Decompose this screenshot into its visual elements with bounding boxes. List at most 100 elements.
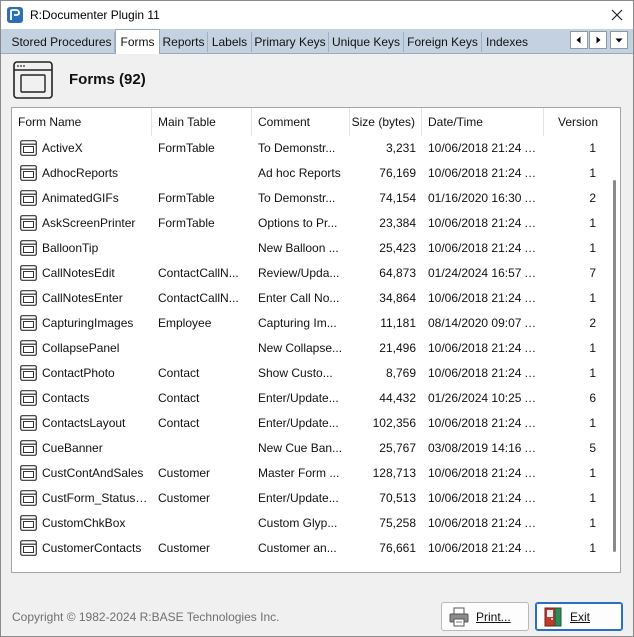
- tab-forms[interactable]: Forms: [115, 29, 160, 54]
- printer-icon: [449, 607, 469, 626]
- cell-date-time: 10/06/2018 21:24 AP: [428, 341, 540, 355]
- table-row[interactable]: CollapsePanel New Collapse... 21,496 10/06/…: [12, 336, 606, 361]
- cell-version: 5: [589, 441, 596, 455]
- cell-date-time: 10/06/2018 21:24 AP: [428, 291, 540, 305]
- cell-date-time: 08/14/2020 09:07 AP: [428, 316, 540, 330]
- cell-size: 76,661: [379, 541, 416, 555]
- footer: Copyright © 1982-2024 R:BASE Technologie…: [1, 596, 633, 636]
- forms-grid[interactable]: Form Name Main Table Comment Size (bytes…: [11, 107, 621, 573]
- column-header-version[interactable]: Version: [544, 108, 620, 136]
- print-button[interactable]: Print...: [441, 602, 529, 631]
- cell-date-time: 10/06/2018 21:24 AP: [428, 416, 540, 430]
- cell-date-time: 10/06/2018 21:24 AP: [428, 241, 540, 255]
- vertical-scrollbar[interactable]: [613, 180, 616, 552]
- table-row[interactable]: CustContAndSales Customer Master Form ... 1…: [12, 461, 606, 486]
- tab-list-dropdown-button[interactable]: [610, 31, 628, 49]
- cell-comment: New Balloon ...: [258, 241, 339, 255]
- tab-labels[interactable]: Labels: [208, 32, 252, 52]
- form-icon: [20, 315, 37, 331]
- column-header-main-table[interactable]: Main Table: [152, 108, 252, 136]
- column-header-size[interactable]: Size (bytes): [350, 108, 422, 136]
- form-window-icon: [13, 61, 53, 99]
- cell-form-name: BalloonTip: [42, 241, 99, 255]
- form-icon: [20, 265, 37, 281]
- cell-form-name: Contacts: [42, 391, 90, 405]
- cell-main-table: [158, 511, 248, 536]
- tab-stored-procedures[interactable]: Stored Procedures: [9, 32, 115, 52]
- cell-size: 74,154: [379, 191, 416, 205]
- tab-strip: Stored Procedures Forms Reports Labels P…: [1, 29, 633, 54]
- tab-unique-keys[interactable]: Unique Keys: [329, 32, 404, 52]
- table-row[interactable]: AdhocReports Ad hoc Reports 76,169 10/06/20…: [12, 161, 606, 186]
- form-icon: [20, 165, 37, 181]
- cell-version: 1: [589, 166, 596, 180]
- cell-size: 25,767: [379, 441, 416, 455]
- cell-version: 2: [589, 191, 596, 205]
- main-window: R:Documenter Plugin 11 Stored Procedures…: [0, 0, 634, 637]
- table-row[interactable]: CustForm_StatusBar Customer Enter/Update..…: [12, 486, 606, 511]
- table-row[interactable]: CustomerContacts Customer Customer an... 76…: [12, 536, 606, 561]
- cell-comment: Customer an...: [258, 541, 337, 555]
- cell-form-name: CustContAndSales: [42, 466, 144, 480]
- tab-foreign-keys[interactable]: Foreign Keys: [404, 32, 482, 52]
- close-window-button[interactable]: [601, 1, 633, 29]
- cell-size: 21,496: [379, 341, 416, 355]
- cell-version: 1: [589, 241, 596, 255]
- cell-main-table: Contact: [158, 391, 200, 405]
- cell-form-name: AnimatedGIFs: [42, 191, 119, 205]
- table-row[interactable]: CueBanner New Cue Ban... 25,767 03/08/2019 …: [12, 436, 606, 461]
- table-row[interactable]: BalloonTip New Balloon ... 25,423 10/06/201…: [12, 236, 606, 261]
- cell-comment: New Cue Ban...: [258, 441, 343, 455]
- cell-comment: Enter/Update...: [258, 416, 339, 430]
- cell-date-time: 01/16/2020 16:30 AP: [428, 191, 540, 205]
- cell-form-name: ContactsLayout: [42, 416, 126, 430]
- table-row[interactable]: CallNotesEnter ContactCallN... Enter Call …: [12, 286, 606, 311]
- cell-main-table: Employee: [158, 316, 212, 330]
- cell-version: 6: [589, 391, 596, 405]
- form-icon: [20, 465, 37, 481]
- table-row[interactable]: CustomChkBox Custom Glyp... 75,258 10/06/20…: [12, 511, 606, 536]
- column-header-comment[interactable]: Comment: [252, 108, 350, 136]
- tab-primary-keys[interactable]: Primary Keys: [252, 32, 329, 52]
- cell-main-table: [158, 436, 248, 461]
- form-icon: [20, 390, 37, 406]
- tab-reports[interactable]: Reports: [160, 32, 208, 52]
- close-icon: [611, 9, 623, 21]
- table-row[interactable]: ContactsLayout Contact Enter/Update... 102,…: [12, 411, 606, 436]
- tab-indexes[interactable]: Indexes: [482, 32, 532, 52]
- table-row[interactable]: AnimatedGIFs FormTable To Demonstr... 74,15…: [12, 186, 606, 211]
- form-icon: [20, 365, 37, 381]
- form-icon: [20, 140, 37, 156]
- chevron-left-icon: [576, 36, 581, 44]
- cell-comment: To Demonstr...: [258, 141, 336, 155]
- cell-size: 70,513: [379, 491, 416, 505]
- cell-version: 1: [589, 141, 596, 155]
- cell-version: 1: [589, 416, 596, 430]
- cell-date-time: 10/06/2018 21:24 AP: [428, 541, 540, 555]
- table-row[interactable]: ContactPhoto Contact Show Custo... 8,769 10/…: [12, 361, 606, 386]
- cell-date-time: 10/06/2018 21:24 AP: [428, 366, 540, 380]
- tab-scroll-left-button[interactable]: [570, 31, 588, 49]
- table-row[interactable]: CallNotesEdit ContactCallN... Review/Upda.…: [12, 261, 606, 286]
- cell-comment: Show Custo...: [258, 366, 333, 380]
- exit-button[interactable]: Exit: [535, 602, 623, 631]
- column-header-form-name[interactable]: Form Name: [12, 108, 152, 136]
- cell-main-table: [158, 161, 248, 186]
- exit-door-icon: [544, 607, 562, 626]
- table-row[interactable]: ActiveX FormTable To Demonstr... 3,231 10/06…: [12, 136, 606, 161]
- cell-date-time: 10/06/2018 21:24 AP: [428, 216, 540, 230]
- cell-comment: Review/Upda...: [258, 266, 340, 280]
- column-header-date-time[interactable]: Date/Time: [422, 108, 544, 136]
- cell-version: 7: [589, 266, 596, 280]
- table-row[interactable]: CapturingImages Employee Capturing Im... 11…: [12, 311, 606, 336]
- cell-main-table: Customer: [158, 466, 211, 480]
- cell-form-name: CustForm_StatusBar: [42, 491, 152, 505]
- table-row[interactable]: AskScreenPrinter FormTable Options to Pr..…: [12, 211, 606, 236]
- cell-version: 1: [589, 466, 596, 480]
- cell-form-name: ContactPhoto: [42, 366, 115, 380]
- tab-scroll-right-button[interactable]: [589, 31, 607, 49]
- table-row[interactable]: Contacts Contact Enter/Update... 44,432 01/2…: [12, 386, 606, 411]
- cell-size: 102,356: [372, 416, 416, 430]
- form-icon: [20, 515, 37, 531]
- cell-size: 64,873: [379, 266, 416, 280]
